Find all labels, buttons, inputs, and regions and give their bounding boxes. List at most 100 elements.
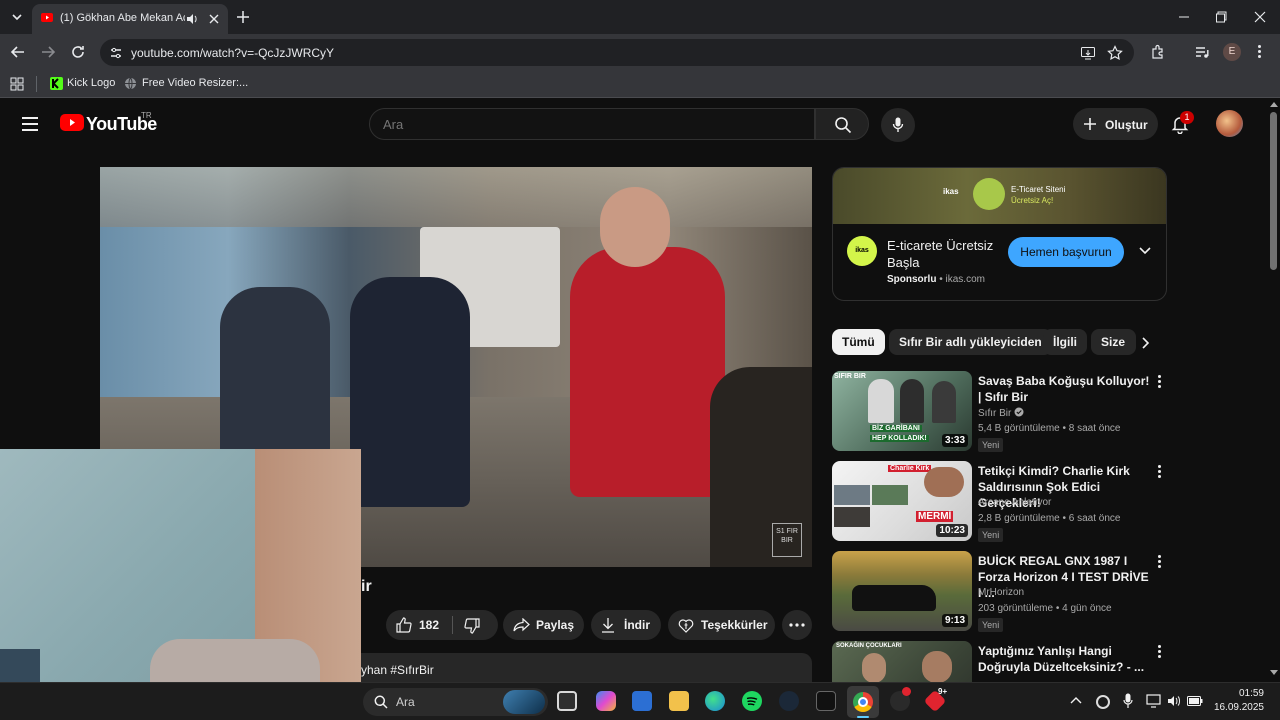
video-thumbnail[interactable]: SOKAĞIN ÇOCUKLARI — [832, 641, 972, 682]
channel-name-text: Sıfır Bir — [978, 408, 1012, 419]
taskbar-search-placeholder: Ara — [396, 695, 415, 709]
maximize-icon[interactable] — [1216, 11, 1228, 23]
chip-from-uploader[interactable]: Sıfır Bir adlı yükleyiciden — [889, 329, 1052, 355]
reload-icon[interactable] — [70, 44, 86, 60]
thumb-figure — [932, 381, 956, 423]
system-clock[interactable]: 01:59 16.09.2025 — [1210, 687, 1264, 715]
recommendation-item[interactable]: SIFIR BIR BİZ GARİBANI HEP KOLLADIK! 3:3… — [832, 371, 1172, 453]
chip-all[interactable]: Tümü — [832, 329, 885, 355]
sponsored-ad-card[interactable]: ikas E-Ticaret Siteni Ücretsiz Aç! ikas … — [832, 167, 1167, 301]
channel-name[interactable]: Arcane Anlatıyor — [978, 497, 1051, 508]
ad-expand-chevron-icon[interactable] — [1138, 246, 1152, 256]
video-menu-icon[interactable] — [1158, 555, 1162, 570]
chrome-taskbar-active[interactable] — [847, 686, 879, 718]
address-bar[interactable]: youtube.com/watch?v=-QcJzJWRCyY — [100, 39, 1134, 66]
search-highlight-icon — [503, 690, 545, 714]
youtube-logo-icon[interactable] — [60, 114, 84, 131]
share-label: Paylaş — [536, 618, 575, 632]
notifications-button[interactable]: 1 — [1170, 111, 1194, 136]
thumb-caption: BİZ GARİBANI — [870, 425, 922, 432]
recommendation-item[interactable]: SOKAĞIN ÇOCUKLARI Yaptığınız Yanlışı Han… — [832, 641, 1172, 682]
chip-related[interactable]: İlgili — [1043, 329, 1087, 355]
close-tab-icon[interactable] — [208, 13, 220, 25]
ad-mascot — [973, 178, 1005, 210]
share-button[interactable]: Paylaş — [503, 610, 584, 640]
browser-toolbar: youtube.com/watch?v=-QcJzJWRCyY E — [0, 34, 1280, 70]
bookmark-free-video-resizer[interactable]: Free Video Resizer:... — [142, 77, 248, 89]
page-scrollbar[interactable] — [1268, 98, 1280, 682]
apps-grid-icon[interactable] — [10, 77, 24, 91]
app-icon[interactable] — [890, 687, 911, 711]
video-menu-icon[interactable] — [1158, 465, 1162, 480]
thanks-button[interactable]: Teşekkürler — [668, 610, 775, 640]
recommendation-item[interactable]: 9:13 BUİCK REGAL GNX 1987 I Forza Horizo… — [832, 551, 1172, 633]
taskbar-search-box[interactable]: Ara — [363, 688, 548, 716]
close-window-icon[interactable] — [1254, 11, 1266, 23]
chip-for-you[interactable]: Size — [1091, 329, 1136, 355]
edge-icon[interactable] — [705, 691, 725, 711]
video-title[interactable]: Yaptığınız Yanlışı Hangi Doğruyla Düzelt… — [978, 643, 1154, 675]
browser-tab-active[interactable]: (1) Gökhan Abe Mekan Açıyor — [32, 4, 228, 34]
forward-arrow-icon[interactable] — [40, 44, 56, 60]
scroll-up-icon[interactable] — [1270, 101, 1278, 107]
site-info-icon[interactable] — [109, 46, 123, 60]
download-button[interactable]: İndir — [591, 610, 661, 640]
bookmark-kick-logo[interactable]: Kick Logo — [67, 77, 115, 89]
recommendation-item[interactable]: Charlie Kirk MERMİ 10:23 Tetikçi Kimdi? … — [832, 461, 1172, 543]
audio-playing-icon[interactable] — [186, 13, 199, 25]
battery-icon[interactable] — [1187, 695, 1203, 707]
copilot-icon[interactable] — [596, 691, 616, 711]
media-control-icon[interactable] — [1194, 44, 1210, 60]
volume-icon[interactable] — [1167, 694, 1181, 708]
create-label: Oluştur — [1105, 118, 1148, 132]
video-thumbnail[interactable]: SIFIR BIR BİZ GARİBANI HEP KOLLADIK! 3:3… — [832, 371, 972, 451]
scrollbar-thumb[interactable] — [1270, 112, 1277, 270]
account-avatar[interactable] — [1216, 110, 1243, 137]
search-input[interactable] — [369, 108, 815, 140]
ad-banner[interactable]: ikas E-Ticaret Siteni Ücretsiz Aç! — [833, 168, 1166, 224]
voice-search-button[interactable] — [881, 108, 915, 142]
file-explorer-icon[interactable] — [669, 691, 689, 711]
steam-icon[interactable] — [779, 691, 799, 711]
tray-app-icon[interactable] — [1096, 695, 1110, 709]
thumb-figure — [868, 379, 894, 423]
chrome-menu-icon[interactable] — [1258, 45, 1262, 58]
more-actions-button[interactable] — [782, 610, 812, 640]
tab-search-button[interactable] — [8, 8, 26, 26]
ad-cta-button[interactable]: Hemen başvurun — [1008, 237, 1124, 267]
thumbs-down-icon[interactable] — [464, 618, 480, 634]
scroll-down-icon[interactable] — [1270, 670, 1278, 676]
globe-icon — [125, 77, 136, 90]
network-icon[interactable] — [1146, 694, 1162, 708]
create-button[interactable]: Oluştur — [1073, 108, 1158, 140]
bookmark-star-icon[interactable] — [1107, 45, 1123, 61]
chip-next-chevron-icon[interactable] — [1141, 336, 1151, 350]
minimize-icon[interactable] — [1178, 11, 1190, 23]
microphone-tray-icon[interactable] — [1123, 693, 1133, 709]
like-button[interactable]: 182 — [386, 610, 452, 640]
search-icon — [835, 117, 852, 134]
chrome-icon — [853, 692, 873, 712]
tray-overflow-icon[interactable] — [1070, 696, 1082, 704]
ad-banner-brand: ikas — [943, 187, 959, 196]
channel-name[interactable]: Sıfır Bir — [978, 407, 1024, 419]
task-view-icon[interactable] — [557, 691, 577, 711]
video-menu-icon[interactable] — [1158, 375, 1162, 390]
video-thumbnail[interactable]: 9:13 — [832, 551, 972, 631]
hamburger-menu-icon[interactable] — [22, 117, 38, 131]
description-box[interactable]: yhan #SıfırBir — [361, 653, 812, 682]
install-app-icon[interactable] — [1080, 45, 1096, 61]
search-button[interactable] — [815, 108, 869, 140]
profile-avatar[interactable]: E — [1223, 43, 1241, 61]
back-arrow-icon[interactable] — [10, 44, 26, 60]
extensions-icon[interactable] — [1150, 44, 1166, 60]
new-tab-icon[interactable] — [236, 10, 250, 24]
channel-watermark: S1 FIR BIR — [772, 523, 802, 557]
video-menu-icon[interactable] — [1158, 645, 1162, 660]
video-thumbnail[interactable]: Charlie Kirk MERMİ 10:23 — [832, 461, 972, 541]
store-icon[interactable] — [632, 691, 652, 711]
spotify-icon[interactable] — [742, 691, 762, 711]
epic-games-icon[interactable] — [816, 691, 836, 711]
video-title[interactable]: Savaş Baba Koğuşu Kolluyor! | Sıfır Bir — [978, 373, 1154, 405]
channel-name[interactable]: MrHorizon — [978, 587, 1024, 598]
